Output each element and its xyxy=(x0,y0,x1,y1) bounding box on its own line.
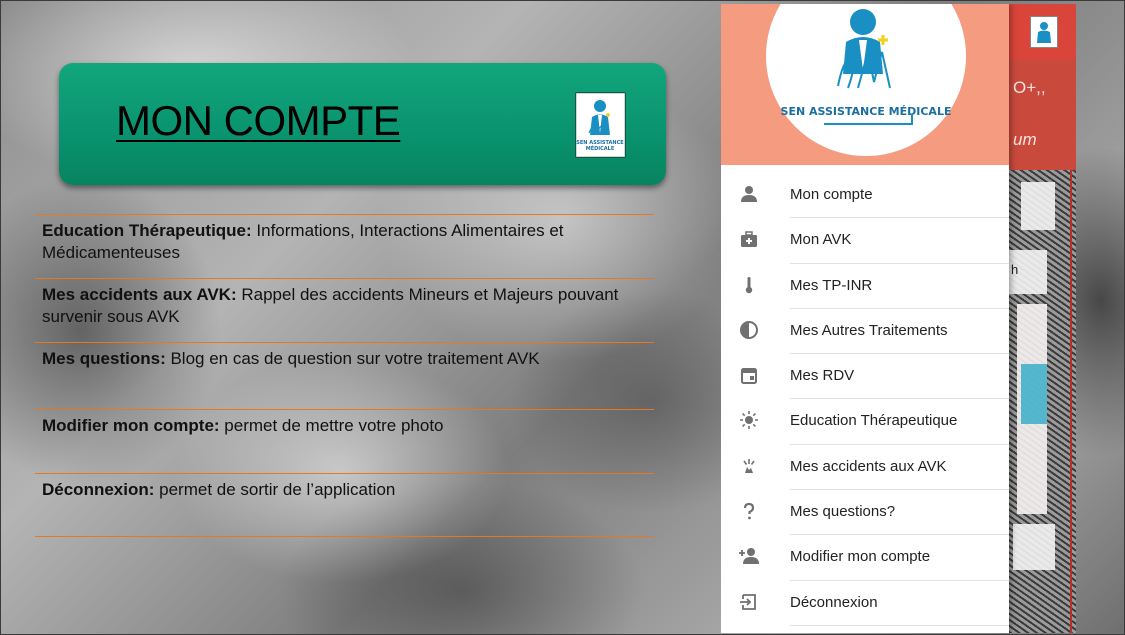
menu-item-mes-questions[interactable]: Mes questions? xyxy=(721,490,1009,536)
title-banner: MON COMPTE SEN ASSISTANCE MÉDICALE xyxy=(59,63,666,185)
menu-item-mon-compte[interactable]: Mon compte xyxy=(721,173,1009,219)
menu-label: Mes RDV xyxy=(790,367,855,385)
background-card xyxy=(1013,524,1055,570)
row-term: Education Thérapeutique: xyxy=(42,221,252,240)
thermometer-icon xyxy=(737,275,761,299)
menu-item-mes-rdv[interactable]: Mes RDV xyxy=(721,354,1009,400)
menu-label: Mon AVK xyxy=(790,231,852,249)
sun-icon xyxy=(737,410,761,434)
calendar-icon xyxy=(737,365,761,389)
row-desc: Blog en cas de question sur votre traite… xyxy=(165,349,540,368)
menu-label: Mes Autres Traitements xyxy=(790,321,948,339)
row-term: Déconnexion: xyxy=(42,480,155,499)
menu-label: Mes TP-INR xyxy=(790,276,873,294)
svg-text:MÉDICALE: MÉDICALE xyxy=(586,144,615,152)
row-desc: permet de sortir de l’application xyxy=(154,480,396,499)
app-logo-small: SEN ASSISTANCE MÉDICALE xyxy=(575,92,626,158)
row-term: Mes questions: xyxy=(42,349,166,368)
contrast-icon xyxy=(737,320,761,344)
person-icon xyxy=(737,184,761,208)
logout-icon xyxy=(737,592,761,616)
menu-item-mes-tp-inr[interactable]: Mes TP-INR xyxy=(721,264,1009,309)
row-term: Modifier mon compte: xyxy=(42,416,220,435)
drawer-header: SEN ASSISTANCE MÉDICALE xyxy=(721,4,1009,165)
menu-label: Education Thérapeutique xyxy=(790,412,958,430)
menu-item-mes-accidents-avk[interactable]: Mes accidents aux AVK xyxy=(721,445,1009,491)
background-text: um xyxy=(1013,130,1037,149)
row-term: Mes accidents aux AVK: xyxy=(42,285,237,304)
background-card-accent xyxy=(1021,364,1047,424)
menu-item-mon-avk[interactable]: Mon AVK xyxy=(721,218,1009,264)
phone-screen: O+,, um h SEN ASSISTANCE MÉDICALE Mon co… xyxy=(721,4,1076,633)
navigation-drawer: SEN ASSISTANCE MÉDICALE Mon compte Mon A… xyxy=(721,4,1009,633)
table-row: Mes accidents aux AVK: Rappel des accide… xyxy=(35,278,654,342)
logo-text: SEN ASSISTANCE MÉDICALE xyxy=(781,105,952,118)
row-desc: permet de mettre votre photo xyxy=(219,416,444,435)
table-row: Déconnexion: permet de sortir de l’appli… xyxy=(35,473,654,537)
accident-icon xyxy=(737,456,761,480)
page-title: MON COMPTE xyxy=(116,97,401,144)
menu-item-deconnexion[interactable]: Déconnexion xyxy=(721,581,1009,626)
profile-icon[interactable] xyxy=(1030,16,1058,48)
logo-icon: SEN ASSISTANCE MÉDICALE xyxy=(576,100,624,152)
blood-type-text: O+,, xyxy=(1013,78,1046,97)
medical-bag-icon xyxy=(737,229,761,253)
add-person-icon xyxy=(737,546,761,570)
background-text: h xyxy=(1011,262,1019,277)
menu-label: Modifier mon compte xyxy=(790,548,931,566)
sam-logo-icon: SEN ASSISTANCE MÉDICALE xyxy=(781,9,952,125)
table-row: Mes questions: Blog en cas de question s… xyxy=(35,342,654,409)
menu-label: Déconnexion xyxy=(790,593,878,611)
table-row: Education Thérapeutique: Informations, I… xyxy=(35,214,654,278)
drawer-logo: SEN ASSISTANCE MÉDICALE xyxy=(766,4,966,156)
table-row: Modifier mon compte: permet de mettre vo… xyxy=(35,409,654,473)
menu-item-modifier-mon-compte[interactable]: Modifier mon compte xyxy=(721,535,1009,581)
question-icon xyxy=(737,501,761,525)
menu-label: Mes questions? xyxy=(790,503,896,521)
description-table: Education Thérapeutique: Informations, I… xyxy=(35,214,654,537)
menu-label: Mon compte xyxy=(790,186,873,203)
background-card xyxy=(1021,182,1055,230)
menu-item-education-therapeutique[interactable]: Education Thérapeutique xyxy=(721,399,1009,445)
menu-item-mes-autres-traitements[interactable]: Mes Autres Traitements xyxy=(721,309,1009,355)
drawer-menu: Mon compte Mon AVK Mes TP-INR Mes Autres… xyxy=(721,173,1009,626)
menu-label: Mes accidents aux AVK xyxy=(790,457,947,475)
background-divider xyxy=(1070,170,1072,633)
divider xyxy=(790,624,1009,626)
